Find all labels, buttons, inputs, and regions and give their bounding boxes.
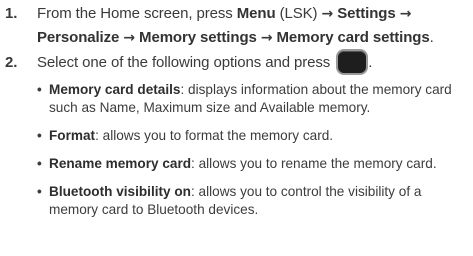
step-2-instruction: Select one of the following options and … bbox=[37, 54, 331, 71]
step-2-period: . bbox=[368, 54, 373, 71]
option-description: : allows you to format the memory card. bbox=[95, 128, 334, 143]
instruction-document: 1. From the Home screen, press Menu (LSK… bbox=[0, 0, 473, 256]
right-arrow-icon: → bbox=[123, 30, 135, 46]
step-number: 1. bbox=[5, 5, 18, 22]
step-number: 2. bbox=[5, 54, 18, 71]
option-term: Rename memory card bbox=[49, 156, 192, 171]
list-item: • Rename memory card: allows you to rena… bbox=[37, 155, 463, 173]
bullet-icon: • bbox=[37, 156, 42, 171]
option-description: : allows you to rename the memory card. bbox=[191, 156, 437, 171]
bullet-icon: • bbox=[37, 82, 42, 97]
step-2-text: Select one of the following options and … bbox=[37, 51, 467, 74]
option-term: Memory card details bbox=[49, 82, 181, 97]
bullet-icon: • bbox=[37, 128, 42, 143]
right-arrow-icon: → bbox=[260, 30, 273, 46]
step-1-text: From the Home screen, press Menu (LSK) →… bbox=[37, 2, 467, 50]
list-item: • Format: allows you to format the memor… bbox=[37, 127, 463, 145]
step-1-intro: From the Home screen, press bbox=[37, 5, 237, 22]
personalize-label: Personalize bbox=[37, 29, 124, 46]
ok-key-icon bbox=[338, 51, 367, 73]
lsk-label: (LSK) bbox=[275, 5, 322, 22]
option-term: Format bbox=[49, 128, 96, 143]
memory-card-settings-label: Memory card settings bbox=[272, 29, 430, 46]
option-term: Bluetooth visibility on bbox=[49, 184, 191, 199]
bullet-icon: • bbox=[37, 184, 42, 199]
right-arrow-icon: → bbox=[399, 6, 412, 22]
options-list: • Memory card details: displays informat… bbox=[37, 81, 463, 229]
settings-label: Settings bbox=[333, 5, 400, 22]
memory-settings-label: Memory settings bbox=[134, 29, 261, 46]
right-arrow-icon: → bbox=[321, 6, 334, 22]
step-1-period: . bbox=[429, 29, 434, 46]
list-item: • Memory card details: displays informat… bbox=[37, 81, 463, 117]
menu-key-label: Menu bbox=[236, 5, 276, 22]
list-item: • Bluetooth visibility on: allows you to… bbox=[37, 183, 463, 219]
